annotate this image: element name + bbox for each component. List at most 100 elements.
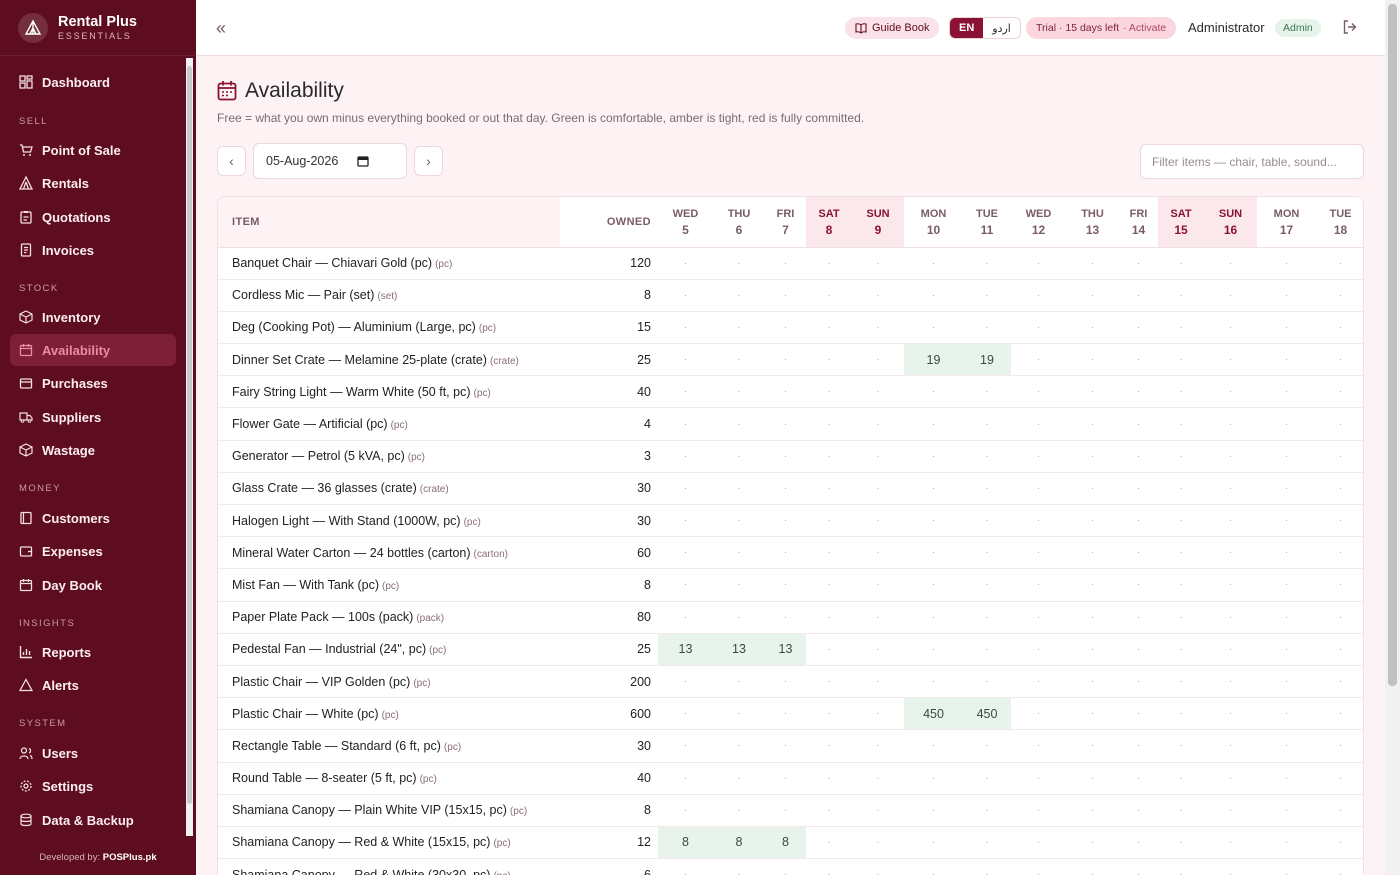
availability-cell[interactable]: · bbox=[1257, 826, 1316, 860]
availability-cell[interactable]: · bbox=[963, 472, 1011, 506]
availability-cell[interactable]: · bbox=[1257, 858, 1316, 875]
availability-cell[interactable]: · bbox=[658, 375, 713, 409]
availability-cell[interactable]: · bbox=[806, 601, 852, 634]
availability-cell[interactable]: · bbox=[852, 407, 904, 441]
availability-cell[interactable]: · bbox=[1316, 633, 1363, 666]
sidebar-item-inventory[interactable]: Inventory bbox=[10, 301, 176, 333]
availability-cell[interactable]: · bbox=[1204, 343, 1257, 377]
availability-cell[interactable]: 8 bbox=[658, 826, 713, 860]
availability-cell[interactable]: · bbox=[904, 440, 963, 473]
availability-cell[interactable]: · bbox=[963, 375, 1011, 409]
availability-cell[interactable]: · bbox=[713, 697, 765, 731]
availability-cell[interactable]: · bbox=[852, 601, 904, 634]
availability-cell[interactable]: · bbox=[1316, 472, 1363, 506]
availability-cell[interactable]: · bbox=[713, 407, 765, 441]
availability-cell[interactable]: · bbox=[1066, 375, 1119, 409]
availability-cell[interactable]: · bbox=[963, 858, 1011, 875]
availability-cell[interactable]: · bbox=[1011, 826, 1066, 860]
availability-cell[interactable]: · bbox=[1316, 826, 1363, 860]
availability-cell[interactable]: · bbox=[1257, 665, 1316, 699]
availability-cell[interactable]: · bbox=[963, 311, 1011, 345]
availability-cell[interactable]: · bbox=[1011, 407, 1066, 441]
availability-cell[interactable]: · bbox=[806, 633, 852, 666]
availability-cell[interactable]: · bbox=[1204, 568, 1257, 602]
availability-cell[interactable]: · bbox=[1316, 858, 1363, 875]
availability-cell[interactable]: · bbox=[852, 665, 904, 699]
availability-cell[interactable]: · bbox=[963, 762, 1011, 795]
availability-cell[interactable]: · bbox=[1119, 504, 1158, 538]
availability-cell[interactable]: · bbox=[658, 665, 713, 699]
table-row[interactable]: Plastic Chair — VIP Golden (pc) (pc) 200 · ·… bbox=[218, 665, 1363, 699]
availability-cell[interactable]: · bbox=[1158, 568, 1204, 602]
availability-cell[interactable]: · bbox=[765, 472, 806, 506]
availability-cell[interactable]: · bbox=[1316, 407, 1363, 441]
availability-cell[interactable]: · bbox=[1204, 311, 1257, 345]
availability-cell[interactable]: · bbox=[1158, 697, 1204, 731]
availability-cell[interactable]: · bbox=[1119, 568, 1158, 602]
prev-date-button[interactable]: ‹ bbox=[217, 146, 246, 176]
availability-cell[interactable]: · bbox=[904, 633, 963, 666]
availability-cell[interactable]: · bbox=[1257, 279, 1316, 312]
sidebar-item-suppliers[interactable]: Suppliers bbox=[10, 401, 176, 433]
availability-cell[interactable]: · bbox=[806, 762, 852, 795]
availability-cell[interactable]: · bbox=[658, 601, 713, 634]
availability-cell[interactable]: · bbox=[1257, 407, 1316, 441]
table-row[interactable]: Shamiana Canopy — Plain White VIP (15x15… bbox=[218, 794, 1363, 827]
availability-cell[interactable]: · bbox=[1316, 279, 1363, 312]
availability-cell[interactable]: · bbox=[658, 762, 713, 795]
availability-cell[interactable]: · bbox=[765, 375, 806, 409]
availability-cell[interactable]: · bbox=[658, 440, 713, 473]
availability-cell[interactable]: · bbox=[852, 440, 904, 473]
availability-cell[interactable]: · bbox=[713, 601, 765, 634]
availability-cell[interactable]: · bbox=[1011, 601, 1066, 634]
calendar-icon[interactable] bbox=[357, 155, 369, 167]
availability-cell[interactable]: · bbox=[1066, 440, 1119, 473]
availability-cell[interactable]: 13 bbox=[765, 633, 806, 666]
availability-cell[interactable]: · bbox=[1204, 601, 1257, 634]
availability-cell[interactable]: · bbox=[963, 279, 1011, 312]
availability-cell[interactable]: · bbox=[1011, 665, 1066, 699]
availability-cell[interactable]: · bbox=[1316, 729, 1363, 763]
availability-cell[interactable]: · bbox=[1257, 247, 1316, 280]
availability-cell[interactable]: · bbox=[1119, 794, 1158, 827]
table-row[interactable]: Halogen Light — With Stand (1000W, pc) (p… bbox=[218, 504, 1363, 538]
availability-cell[interactable]: · bbox=[658, 858, 713, 875]
availability-cell[interactable]: · bbox=[1119, 375, 1158, 409]
availability-cell[interactable]: · bbox=[904, 794, 963, 827]
sidebar-item-pos[interactable]: Point of Sale bbox=[10, 134, 176, 166]
availability-cell[interactable]: · bbox=[904, 279, 963, 312]
availability-cell[interactable]: · bbox=[1066, 858, 1119, 875]
lang-en-button[interactable]: EN bbox=[950, 18, 984, 38]
availability-cell[interactable]: · bbox=[1204, 697, 1257, 731]
availability-cell[interactable]: · bbox=[852, 729, 904, 763]
next-date-button[interactable]: › bbox=[414, 146, 443, 176]
availability-cell[interactable]: · bbox=[713, 536, 765, 570]
table-row[interactable]: Mist Fan — With Tank (pc) (pc) 8 · · · · · · · · · ·… bbox=[218, 568, 1363, 602]
availability-cell[interactable]: · bbox=[1011, 858, 1066, 875]
availability-cell[interactable]: · bbox=[1066, 311, 1119, 345]
availability-cell[interactable]: · bbox=[1316, 440, 1363, 473]
sidebar-item-purchases[interactable]: Purchases bbox=[10, 367, 176, 399]
availability-cell[interactable]: · bbox=[852, 247, 904, 280]
sidebar-item-customers[interactable]: Customers bbox=[10, 502, 176, 534]
availability-cell[interactable]: · bbox=[1257, 311, 1316, 345]
availability-cell[interactable]: · bbox=[852, 858, 904, 875]
availability-cell[interactable]: · bbox=[1066, 794, 1119, 827]
availability-cell[interactable]: · bbox=[1316, 568, 1363, 602]
availability-cell[interactable]: · bbox=[852, 504, 904, 538]
availability-cell[interactable]: · bbox=[1257, 794, 1316, 827]
sidebar-item-dashboard[interactable]: Dashboard bbox=[10, 66, 176, 98]
availability-cell[interactable]: 13 bbox=[713, 633, 765, 666]
availability-cell[interactable]: · bbox=[1066, 826, 1119, 860]
availability-cell[interactable]: · bbox=[1011, 375, 1066, 409]
sidebar-item-alerts[interactable]: Alerts bbox=[10, 669, 176, 701]
date-picker[interactable]: 05-Aug-2026 bbox=[253, 143, 407, 179]
availability-cell[interactable]: · bbox=[1158, 472, 1204, 506]
availability-cell[interactable]: · bbox=[1158, 762, 1204, 795]
availability-cell[interactable]: · bbox=[904, 858, 963, 875]
logout-icon[interactable] bbox=[1342, 19, 1358, 35]
availability-cell[interactable]: · bbox=[765, 536, 806, 570]
sidebar-item-reports[interactable]: Reports bbox=[10, 636, 176, 668]
availability-cell[interactable]: · bbox=[1011, 568, 1066, 602]
availability-cell[interactable]: · bbox=[904, 826, 963, 860]
